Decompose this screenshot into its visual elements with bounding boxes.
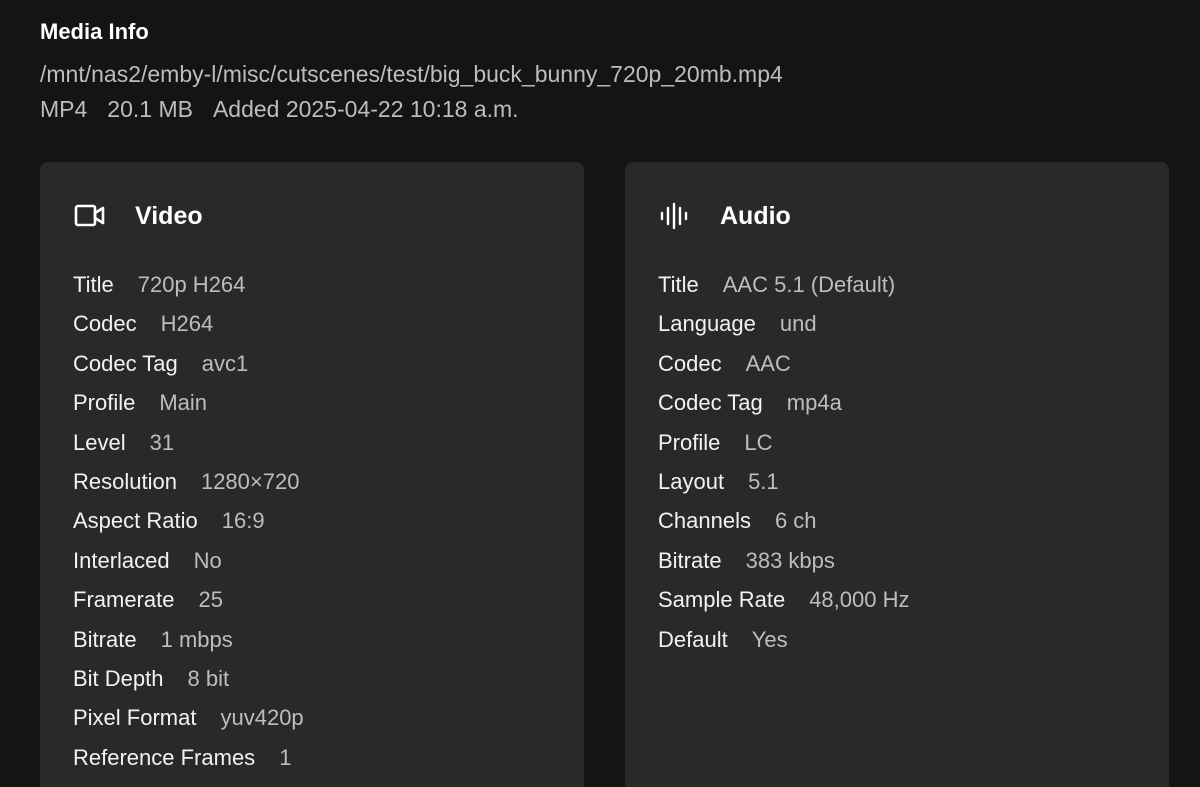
file-size: 20.1 MB xyxy=(107,96,193,122)
property-label: Bitrate xyxy=(658,547,722,573)
property-value: LC xyxy=(744,429,773,455)
property-value: Main xyxy=(159,390,208,416)
property-value: 48,000 Hz xyxy=(809,587,910,613)
audio-card-title: Audio xyxy=(720,201,791,230)
audio-property-row: Layout 5.1 xyxy=(658,462,909,501)
property-label: Layout xyxy=(658,468,725,494)
audio-property-row: Default Yes xyxy=(658,620,909,659)
video-property-row: Interlaced No xyxy=(73,541,304,580)
audio-stream-card: Audio Title AAC 5.1 (Default) Language und C… xyxy=(625,162,1169,787)
video-stream-card: Video Title 720p H264 Codec H264 Codec Tag av… xyxy=(40,162,584,787)
property-label: Title xyxy=(658,272,699,297)
video-property-row: Title 720p H264 xyxy=(73,265,304,304)
property-label: Profile xyxy=(658,429,721,455)
page-title: Media Info xyxy=(40,19,149,44)
property-label: Aspect Ratio xyxy=(73,508,198,534)
video-property-row: Reference Frames 1 xyxy=(73,738,304,777)
audio-property-row: Codec AAC xyxy=(658,344,909,383)
property-value: AAC xyxy=(745,350,791,376)
audio-property-row: Language und xyxy=(658,304,909,343)
property-label: Codec xyxy=(73,311,137,337)
added-date: Added 2025-04-22 10:18 a.m. xyxy=(212,96,519,122)
property-value: H264 xyxy=(160,311,214,337)
property-value: 5.1 xyxy=(748,468,779,494)
video-property-row: Aspect Ratio 16:9 xyxy=(73,501,304,540)
property-value: No xyxy=(193,547,222,573)
video-card-title: Video xyxy=(135,201,203,230)
video-property-row: Framerate 25 xyxy=(73,580,304,619)
property-label: Reference Frames xyxy=(73,744,256,770)
property-label: Interlaced xyxy=(73,547,170,573)
property-value: mp4a xyxy=(786,390,842,416)
video-property-row: Profile Main xyxy=(73,383,304,422)
property-label: Level xyxy=(73,429,126,455)
video-property-row: Level 31 xyxy=(73,423,304,462)
property-value: und xyxy=(779,311,817,337)
property-value: 1280×720 xyxy=(200,468,300,494)
property-label: Channels xyxy=(658,508,751,534)
property-value: yuv420p xyxy=(220,705,304,731)
video-property-row: Codec H264 xyxy=(73,304,304,343)
audio-property-row: Title AAC 5.1 (Default) xyxy=(658,265,909,304)
property-value: 8 bit xyxy=(187,665,230,691)
video-property-row: Pixel Format yuv420p xyxy=(73,698,304,737)
video-property-row: Resolution 1280×720 xyxy=(73,462,304,501)
video-property-row: Codec Tag avc1 xyxy=(73,344,304,383)
audio-property-row: Codec Tag mp4a xyxy=(658,383,909,422)
file-path: /mnt/nas2/emby-l/misc/cutscenes/test/big… xyxy=(40,61,783,87)
property-label: Codec Tag xyxy=(658,390,763,416)
video-camera-icon xyxy=(74,202,106,230)
property-label: Profile xyxy=(73,390,136,416)
property-value: 383 kbps xyxy=(745,547,835,573)
property-value: 1 xyxy=(279,744,292,770)
property-label: Title xyxy=(73,272,114,297)
video-property-row: Bit Depth 8 bit xyxy=(73,659,304,698)
property-label: Pixel Format xyxy=(73,705,197,731)
property-value: 31 xyxy=(149,429,175,455)
video-property-row: Bitrate 1 mbps xyxy=(73,620,304,659)
property-value: 16:9 xyxy=(221,508,265,534)
property-label: Codec Tag xyxy=(73,350,178,376)
file-meta: MP4 20.1 MB Added 2025-04-22 10:18 a.m. xyxy=(40,94,783,124)
property-value: 1 mbps xyxy=(160,626,233,652)
audio-waveform-icon xyxy=(659,202,691,230)
property-value: 720p H264 xyxy=(137,272,246,297)
property-label: Codec xyxy=(658,350,722,376)
property-label: Bitrate xyxy=(73,626,137,652)
media-info-page: Media Info /mnt/nas2/emby-l/misc/cutscen… xyxy=(0,0,1200,787)
audio-property-list: Title AAC 5.1 (Default) Language und Codec AA… xyxy=(658,265,909,659)
audio-property-row: Channels 6 ch xyxy=(658,501,909,540)
property-label: Framerate xyxy=(73,587,175,613)
property-label: Resolution xyxy=(73,468,177,494)
property-value: avc1 xyxy=(201,350,249,376)
property-value: Yes xyxy=(751,626,788,652)
property-label: Sample Rate xyxy=(658,587,786,613)
audio-property-row: Bitrate 383 kbps xyxy=(658,541,909,580)
property-value: 6 ch xyxy=(774,508,817,534)
property-value: 25 xyxy=(198,587,223,613)
property-label: Default xyxy=(658,626,728,652)
video-card-header: Video xyxy=(74,198,203,234)
video-property-list: Title 720p H264 Codec H264 Codec Tag avc1 Prof… xyxy=(73,265,304,777)
audio-property-row: Sample Rate 48,000 Hz xyxy=(658,580,909,619)
media-info-header: Media Info /mnt/nas2/emby-l/misc/cutscen… xyxy=(40,17,783,124)
audio-property-row: Profile LC xyxy=(658,423,909,462)
container-format: MP4 xyxy=(40,96,88,122)
property-label: Language xyxy=(658,311,756,337)
audio-card-header: Audio xyxy=(659,198,791,234)
property-label: Bit Depth xyxy=(73,665,164,691)
property-value: AAC 5.1 (Default) xyxy=(722,272,896,297)
